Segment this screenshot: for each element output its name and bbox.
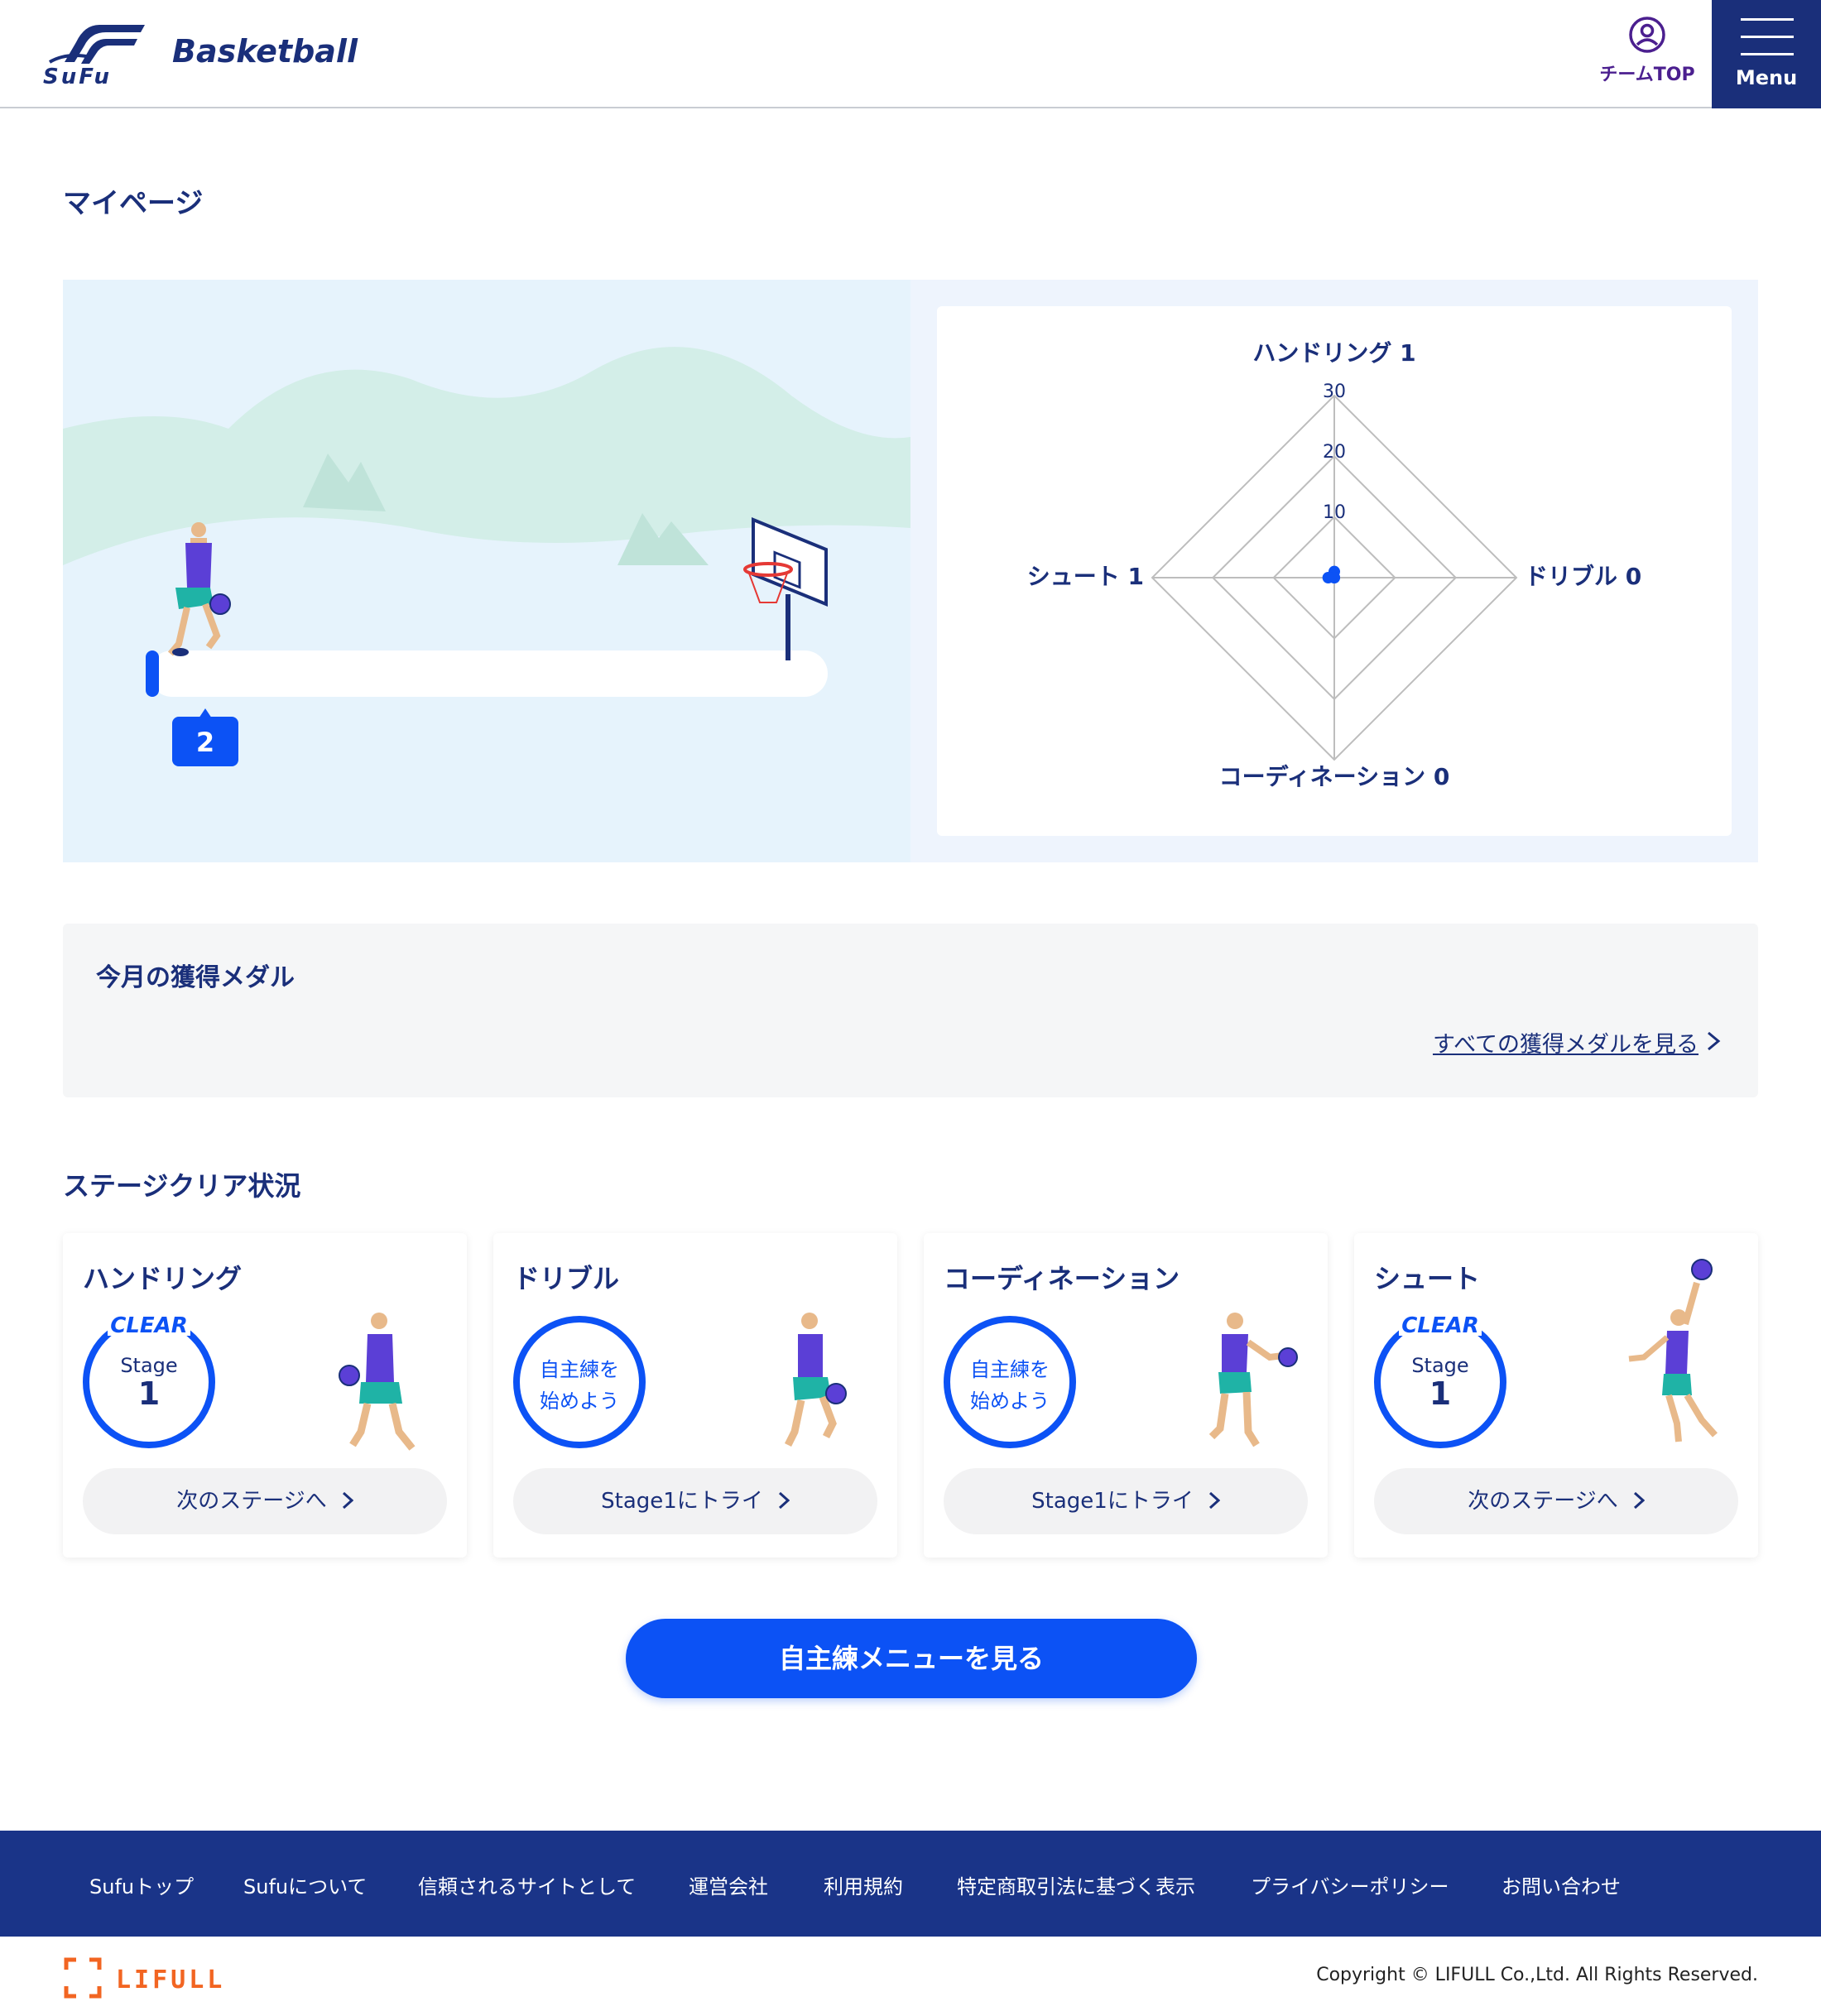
stage-ring: 自主練を 始めよう <box>513 1316 646 1448</box>
monthly-medals-panel: 今月の獲得メダル すべての獲得メダルを見る <box>63 924 1758 1097</box>
footer-nav: Sufuトップ Sufuについて 信頼されるサイトとして 運営会社 利用規約 特… <box>0 1831 1821 1937</box>
stage-ring: 自主練を 始めよう <box>944 1316 1076 1448</box>
chevron-right-icon <box>1208 1491 1220 1510</box>
stage-card-handling: ハンドリング Stage 1 CLEAR 次のステージへ <box>63 1233 467 1558</box>
radar-tick-30: 30 <box>1323 382 1346 402</box>
court-scene: 2 <box>63 347 910 862</box>
chevron-right-icon <box>342 1491 353 1510</box>
radar-tick-10: 10 <box>1323 502 1346 523</box>
progress-illustration: 2 <box>63 280 910 862</box>
medals-title: 今月の獲得メダル <box>96 963 295 992</box>
radar-label-shoot: シュート 1 <box>1027 563 1144 590</box>
radar-label-coordination: コーディネーション 0 <box>1219 763 1450 790</box>
start-message: 自主練を 始めよう <box>970 1358 1050 1413</box>
team-top-label: チームTOP <box>1599 65 1695 85</box>
stage-number: 1 <box>137 1375 161 1412</box>
progress-fill <box>146 650 159 697</box>
footer-link-terms[interactable]: 利用規約 <box>824 1870 903 1899</box>
try-stage-button[interactable]: Stage1にトライ <box>944 1468 1308 1534</box>
stage-number: 1 <box>1429 1375 1452 1412</box>
stage-card-title: シュート <box>1374 1263 1481 1294</box>
svg-text:LIFULL: LIFULL <box>116 1966 225 1994</box>
skill-radar-chart: 10 20 30 ハンドリング 1 ドリブル 0 コーディネーション 0 シュー… <box>1027 339 1641 790</box>
lifull-logo[interactable]: LIFULL <box>63 1956 232 1999</box>
footer-link-commerce[interactable]: 特定商取引法に基づく表示 <box>957 1870 1195 1899</box>
menu-button[interactable]: Menu <box>1712 0 1821 108</box>
footer-link-privacy[interactable]: プライバシーポリシー <box>1251 1870 1449 1899</box>
sufu-logo[interactable]: SuFu <box>41 21 149 87</box>
svg-text:SuFu: SuFu <box>43 65 112 87</box>
svg-text:CLEAR: CLEAR <box>1401 1313 1479 1338</box>
stage-status-title: ステージクリア状況 <box>63 1170 301 1202</box>
hamburger-icon <box>1741 18 1794 70</box>
stage-label: Stage <box>1411 1354 1469 1377</box>
footer-link-sufu-top[interactable]: Sufuトップ <box>89 1870 194 1899</box>
stage-card-title: ハンドリング <box>83 1263 243 1294</box>
stage-card-coordination: コーディネーション 自主練を 始めよう Stage1にトライ <box>924 1233 1328 1558</box>
radar-tick-20: 20 <box>1323 442 1346 463</box>
footer-link-about[interactable]: Sufuについて <box>243 1870 367 1899</box>
copyright: Copyright © LIFULL Co.,Ltd. All Rights R… <box>1316 1965 1758 1985</box>
sport-label: Basketball <box>172 33 358 70</box>
svg-text:2: 2 <box>196 727 214 758</box>
all-medals-link[interactable]: すべての獲得メダルを見る <box>1433 1026 1698 1058</box>
chevron-right-icon <box>778 1491 790 1510</box>
practice-menu-button[interactable]: 自主練メニューを見る <box>626 1619 1197 1698</box>
page-title: マイページ <box>63 187 204 220</box>
team-top-link[interactable]: チームTOP <box>1589 15 1705 94</box>
start-message: 自主練を 始めよう <box>540 1358 619 1413</box>
menu-label: Menu <box>1735 66 1798 89</box>
player-shoot-icon <box>1628 1259 1718 1442</box>
site-header: SuFu Basketball チームTOP Menu <box>0 0 1821 108</box>
footer-link-trust[interactable]: 信頼されるサイトとして <box>418 1870 636 1899</box>
footer-link-contact[interactable]: お問い合わせ <box>1501 1870 1621 1899</box>
hero-panel: 2 10 20 30 ハンドリング 1 ドリブル 0 コーディネーション 0 シ… <box>63 280 1758 862</box>
next-stage-button[interactable]: 次のステージへ <box>1374 1468 1738 1534</box>
player-coordination-icon <box>1208 1313 1298 1447</box>
skill-radar-card: 10 20 30 ハンドリング 1 ドリブル 0 コーディネーション 0 シュー… <box>937 306 1732 836</box>
clear-badge: CLEAR <box>108 1311 190 1338</box>
player-dribble-icon <box>784 1313 847 1447</box>
stage-card-title: コーディネーション <box>944 1263 1180 1294</box>
stage-card-shoot: シュート Stage 1 CLEAR 次のステージへ <box>1354 1233 1758 1558</box>
stage-card-title: ドリブル <box>513 1263 620 1294</box>
user-circle-icon <box>1629 17 1665 53</box>
radar-label-handling: ハンドリング 1 <box>1252 339 1415 367</box>
footer-link-company[interactable]: 運営会社 <box>689 1870 768 1899</box>
chevron-right-icon <box>1633 1491 1645 1510</box>
next-stage-button[interactable]: 次のステージへ <box>83 1468 447 1534</box>
clear-badge: CLEAR <box>1399 1311 1482 1338</box>
stage-badge: 2 <box>172 708 238 766</box>
stage-label: Stage <box>120 1354 178 1377</box>
player-handling-icon <box>339 1313 416 1451</box>
chevron-right-icon <box>1708 1031 1721 1051</box>
svg-text:CLEAR: CLEAR <box>110 1313 188 1338</box>
progress-track <box>149 650 828 697</box>
try-stage-button[interactable]: Stage1にトライ <box>513 1468 877 1534</box>
radar-label-dribble: ドリブル 0 <box>1525 563 1641 590</box>
radar-point-3 <box>1322 572 1334 583</box>
stage-card-dribble: ドリブル 自主練を 始めよう Stage1にトライ <box>493 1233 897 1558</box>
